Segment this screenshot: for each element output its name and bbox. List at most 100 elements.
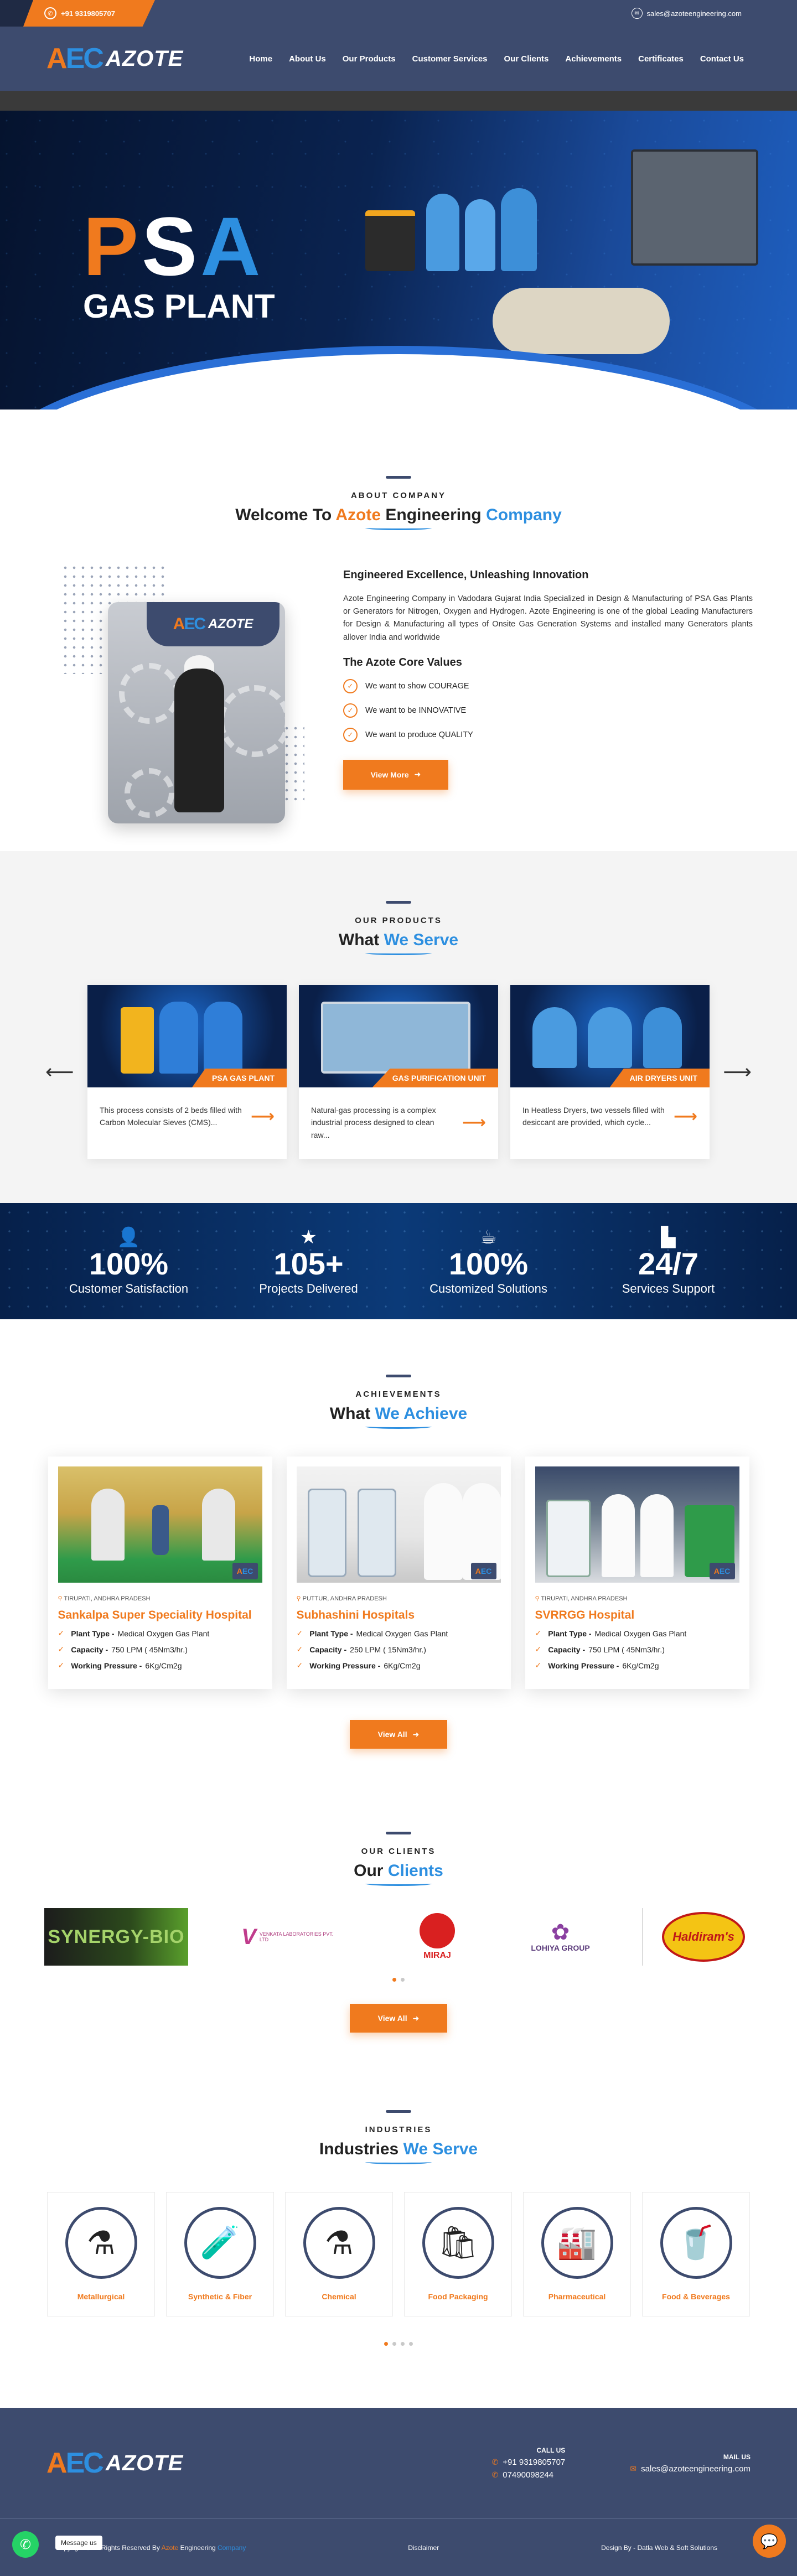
achievements-section: ACHIEVEMENTS What We Achieve AEC ⚲ TIRUP…	[0, 1319, 797, 1782]
footer-email[interactable]: sales@azoteengineering.com	[641, 2464, 751, 2474]
product-tag: PSA GAS PLANT	[192, 1069, 287, 1087]
achievements-view-all-button[interactable]: View All ➜	[350, 1720, 447, 1749]
achievement-card[interactable]: AEC ⚲ TIRUPATI, ANDHRA PRADESH Sankalpa …	[48, 1457, 272, 1689]
industry-card[interactable]: 🏭 Pharmaceutical	[523, 2192, 631, 2317]
hero-title-a: A	[200, 200, 264, 293]
product-image: GAS PURIFICATION UNIT	[299, 985, 498, 1087]
nav-achievements[interactable]: Achievements	[565, 54, 622, 64]
chemistry-icon: ⚗	[303, 2207, 375, 2279]
carousel-dot[interactable]	[401, 1978, 405, 1982]
ladle-icon: ⚗	[65, 2207, 137, 2279]
carousel-dot[interactable]	[392, 1978, 396, 1982]
chat-icon[interactable]: 💬	[753, 2525, 786, 2558]
industry-label: Pharmaceutical	[548, 2292, 606, 2302]
arrow-right-icon[interactable]: ⟶	[462, 1113, 486, 1132]
factory-icon: 🏭	[541, 2207, 613, 2279]
topbar-phone[interactable]: +91 9319805707	[61, 9, 115, 18]
product-card[interactable]: AIR DRYERS UNIT In Heatless Dryers, two …	[510, 985, 710, 1159]
gear-icon	[119, 663, 180, 724]
phone-icon: ✆	[491, 2458, 499, 2467]
spec-line: ✓ Plant Type - Medical Oxygen Gas Plant	[58, 1629, 210, 1638]
footer-call: CALL US ✆ +91 9319805707 ✆ 07490098244	[492, 2447, 566, 2480]
footer-phone-2[interactable]: 07490098244	[503, 2470, 553, 2480]
footer: AEC AZOTE CALL US ✆ +91 9319805707 ✆ 07490…	[0, 2408, 797, 2519]
check-icon: ✓	[535, 1661, 542, 1670]
arrow-right-icon[interactable]: ⟶	[674, 1107, 697, 1126]
stat-label: Customized Solutions	[429, 1282, 547, 1296]
hero-tank-1	[426, 194, 459, 271]
industries-eyebrow: INDUSTRIES	[365, 2125, 432, 2135]
prev-arrow-icon[interactable]: ⟵	[45, 1060, 74, 1084]
nav-home[interactable]: Home	[249, 54, 272, 64]
location: ⚲ TIRUPATI, ANDHRA PRADESH	[535, 1595, 628, 1603]
about-heading: Engineered Excellence, Unleashing Innova…	[343, 569, 589, 581]
product-card[interactable]: GAS PURIFICATION UNIT Natural-gas proces…	[299, 985, 498, 1159]
image-logo-badge: AEC	[709, 1563, 735, 1580]
nav-about[interactable]: About Us	[289, 54, 326, 64]
section-bar	[386, 901, 411, 904]
nav-contact[interactable]: Contact Us	[700, 54, 744, 64]
achievements-eyebrow: ACHIEVEMENTS	[355, 1390, 442, 1400]
user-icon: 👤	[117, 1227, 141, 1248]
stat-item: ☕ 100% Customized Solutions	[411, 1226, 566, 1296]
client-logo-miraj[interactable]: MIRAJ	[396, 1908, 479, 1966]
carousel-dot[interactable]	[401, 2342, 405, 2346]
disclaimer-link[interactable]: Disclaimer	[408, 2544, 439, 2552]
footer-phone-1[interactable]: +91 9319805707	[503, 2458, 565, 2467]
achievement-card[interactable]: AEC ⚲ PUTTUR, ANDHRA PRADESH Subhashini …	[286, 1457, 511, 1689]
site-logo[interactable]: AEC AZOTE	[46, 44, 183, 73]
products-title: What We Serve	[338, 931, 459, 949]
image-logo-badge: AEC	[232, 1563, 258, 1580]
hero-skid-unit	[631, 149, 758, 266]
industry-card[interactable]: 🥤 Food & Beverages	[642, 2192, 750, 2317]
carousel-dot[interactable]	[409, 2342, 413, 2346]
carousel-dot[interactable]	[392, 2342, 396, 2346]
title-underline	[365, 1882, 432, 1886]
clients-carousel-dots	[0, 1978, 797, 1982]
phone-icon: ✆	[491, 2470, 499, 2480]
client-logo-synergy[interactable]: SYNERGY-BIO	[44, 1908, 188, 1966]
stat-label: Services Support	[622, 1282, 715, 1296]
check-icon: ✓	[343, 727, 358, 742]
footer-logo[interactable]: AEC AZOTE	[46, 2449, 183, 2477]
topbar-mail[interactable]: ✉ sales@azoteengineering.com	[631, 0, 742, 27]
industry-card[interactable]: ⚗ Chemical	[285, 2192, 393, 2317]
products-section: OUR PRODUCTS What We Serve ⟵ PSA GAS PLA…	[0, 851, 797, 1204]
industry-label: Synthetic & Fiber	[188, 2292, 252, 2302]
client-logo-haldirams[interactable]: Haldiram's	[642, 1908, 753, 1966]
hero-title: PSA GAS PLANT	[83, 205, 275, 323]
nav-products[interactable]: Our Products	[343, 54, 396, 64]
client-logo-venkata[interactable]: V VENKATA LABORATORIES PVT. LTD	[226, 1908, 359, 1966]
section-bar	[386, 1832, 411, 1835]
industry-card[interactable]: 🛍 Food Packaging	[404, 2192, 512, 2317]
mail-icon: ✉	[631, 8, 643, 19]
phone-pill[interactable]: ✆ +91 9319805707	[0, 0, 155, 27]
topbar-email[interactable]: sales@azoteengineering.com	[647, 9, 742, 18]
achievement-image: AEC	[296, 1466, 501, 1583]
nav-customer-services[interactable]: Customer Services	[412, 54, 488, 64]
next-arrow-icon[interactable]: ⟶	[723, 1060, 752, 1084]
nav-clients[interactable]: Our Clients	[504, 54, 549, 64]
title-underline	[365, 526, 432, 530]
about-title: Welcome To Azote Engineering Company	[235, 506, 562, 524]
mail-heading: MAIL US	[723, 2453, 751, 2461]
industry-card[interactable]: ⚗ Metallurgical	[47, 2192, 155, 2317]
view-more-button[interactable]: View More ➜	[343, 759, 448, 790]
check-icon: ✓	[535, 1629, 542, 1638]
section-bar	[386, 2110, 411, 2113]
about-paragraph: Azote Engineering Company in Vadodara Gu…	[343, 594, 753, 642]
arrow-right-icon[interactable]: ⟶	[251, 1107, 275, 1126]
client-logo-lohiya[interactable]: ✿ LOHIYA GROUP	[516, 1908, 605, 1966]
whatsapp-message[interactable]: Message us	[55, 2536, 102, 2551]
card-logo: AEC AZOTE	[147, 602, 280, 646]
industry-card[interactable]: 🧪 Synthetic & Fiber	[166, 2192, 274, 2317]
clients-view-all-button[interactable]: View All ➜	[350, 2004, 447, 2033]
whatsapp-icon[interactable]: ✆	[12, 2531, 39, 2558]
product-card[interactable]: PSA GAS PLANT This process consists of 2…	[87, 985, 287, 1159]
hero-horizontal-tank	[493, 288, 670, 354]
nav-certificates[interactable]: Certificates	[638, 54, 684, 64]
carousel-dot[interactable]	[384, 2342, 388, 2346]
core-value: ✓ We want to be INNOVATIVE	[343, 703, 753, 718]
title-underline	[365, 2160, 432, 2165]
achievement-card[interactable]: AEC ⚲ TIRUPATI, ANDHRA PRADESH SVRRGG Ho…	[525, 1457, 749, 1689]
